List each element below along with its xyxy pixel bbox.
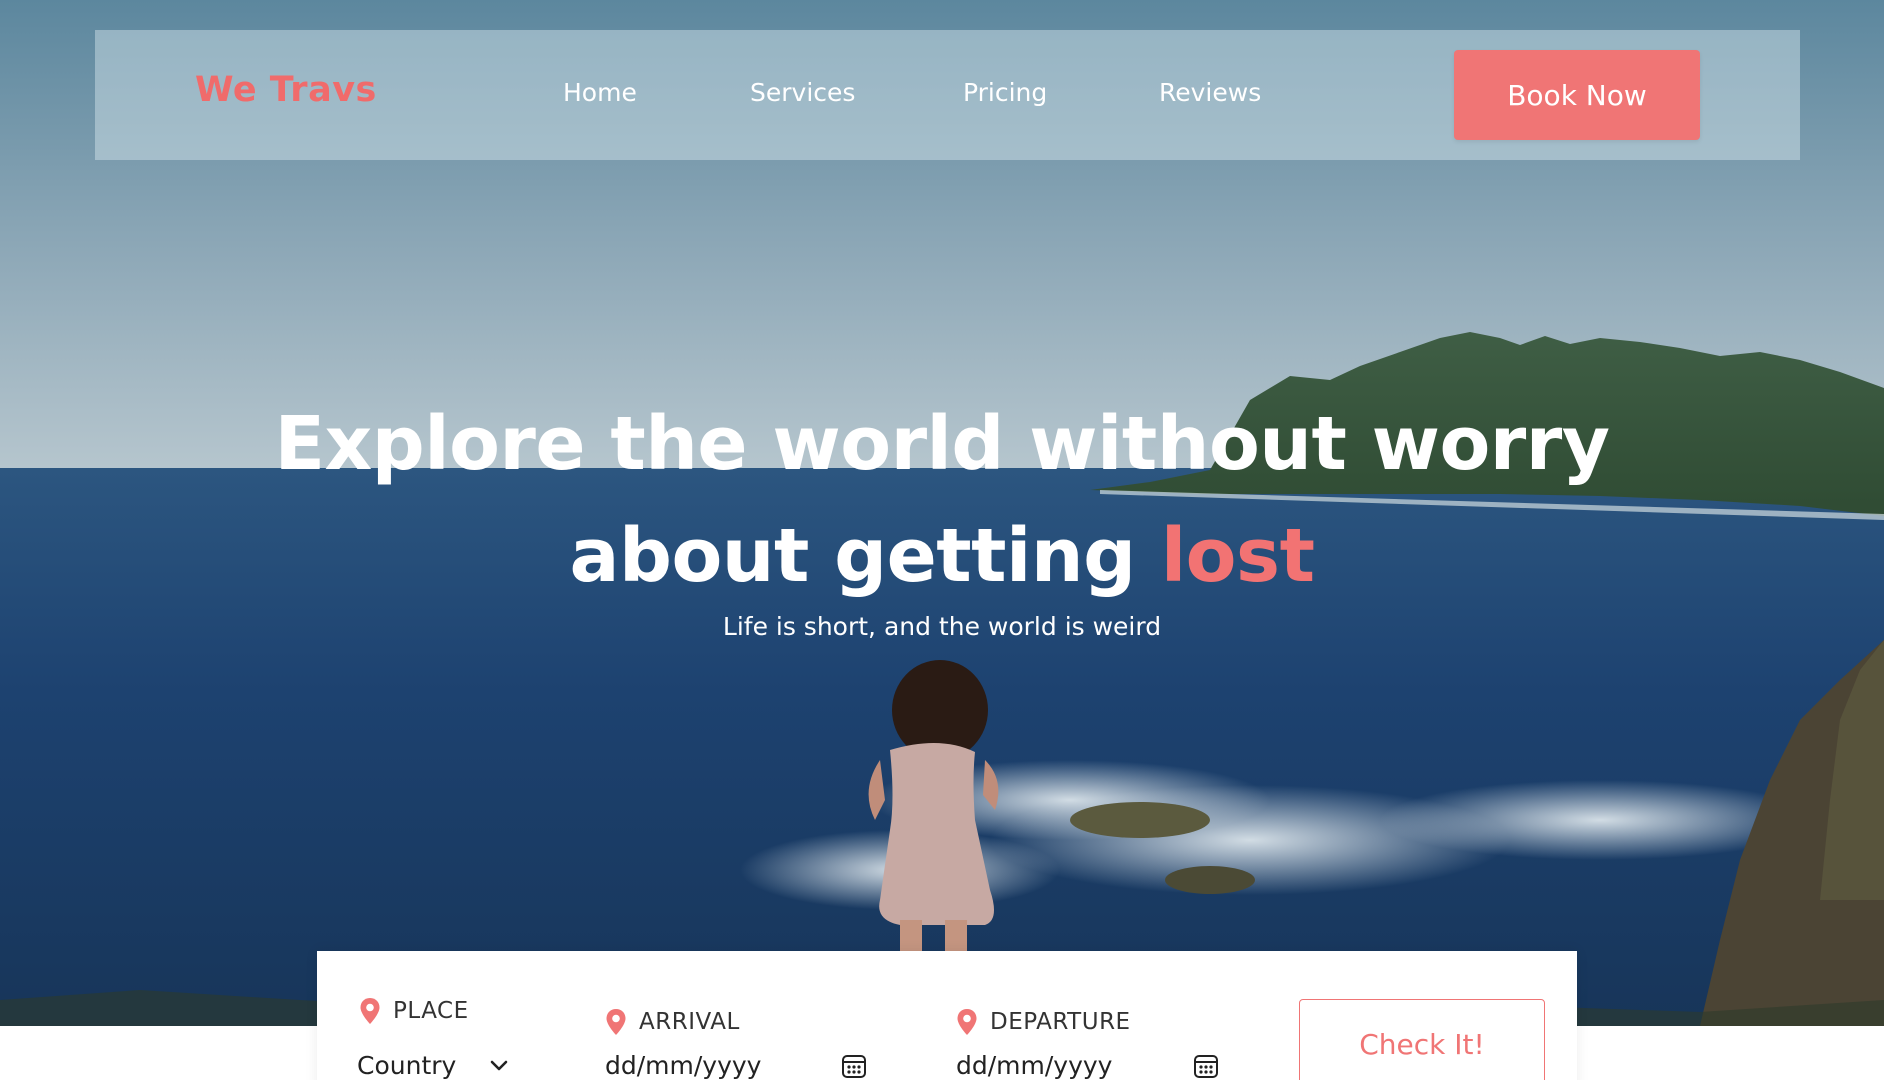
top-navbar: We Travs Home Services Pricing Reviews B… xyxy=(95,30,1800,160)
country-select[interactable]: Country xyxy=(357,1051,508,1080)
hero-title: Explore the world without worry about ge… xyxy=(0,388,1884,612)
calendar-icon[interactable] xyxy=(1193,1053,1219,1079)
arrival-label-text: ARRIVAL xyxy=(639,1009,740,1035)
arrival-date-input[interactable]: dd/mm/yyyy xyxy=(605,1051,761,1080)
check-it-button[interactable]: Check It! xyxy=(1299,999,1545,1080)
nav-link-pricing[interactable]: Pricing xyxy=(963,78,1047,107)
chevron-down-icon xyxy=(491,1060,508,1070)
departure-date-input[interactable]: dd/mm/yyyy xyxy=(956,1051,1112,1080)
place-label: PLACE xyxy=(359,997,469,1025)
hero-subtitle: Life is short, and the world is weird xyxy=(722,612,1162,641)
departure-label-text: DEPARTURE xyxy=(990,1009,1131,1035)
map-pin-icon xyxy=(957,1009,977,1035)
country-select-value: Country xyxy=(357,1051,457,1080)
calendar-icon[interactable] xyxy=(841,1053,867,1079)
nav-link-reviews[interactable]: Reviews xyxy=(1159,78,1261,107)
hero-title-accent: lost xyxy=(1160,513,1315,599)
booking-panel: PLACE Country ARRIVAL dd/mm/yyyy DEPARTU… xyxy=(317,951,1577,1080)
map-pin-icon xyxy=(606,1009,626,1035)
departure-label: DEPARTURE xyxy=(956,1008,1131,1036)
arrival-label: ARRIVAL xyxy=(605,1008,740,1036)
hero-title-line1: Explore the world without worry xyxy=(274,401,1610,487)
nav-link-home[interactable]: Home xyxy=(563,78,637,107)
nav-link-services[interactable]: Services xyxy=(750,78,855,107)
place-label-text: PLACE xyxy=(393,998,469,1024)
map-pin-icon xyxy=(360,998,380,1024)
hero-title-line2: about getting xyxy=(569,513,1161,599)
book-now-button[interactable]: Book Now xyxy=(1454,50,1700,140)
